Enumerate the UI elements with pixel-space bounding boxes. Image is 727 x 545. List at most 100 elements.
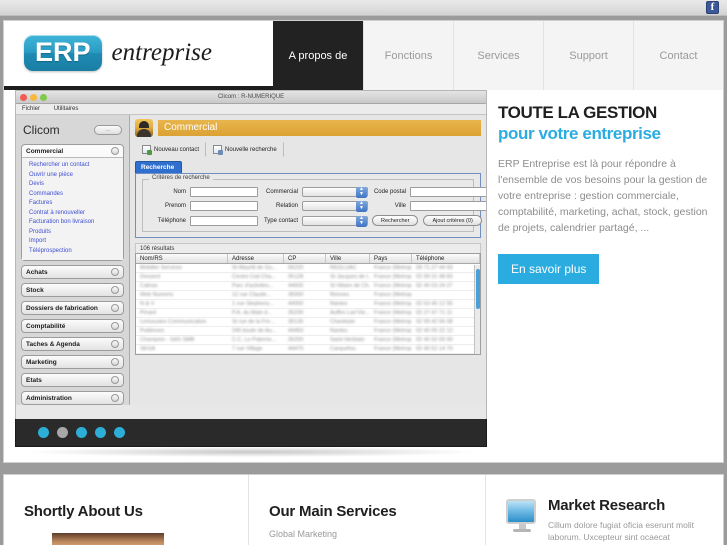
sidebar-link-devis[interactable]: Devis	[29, 180, 119, 190]
sidebar-link-ouvrir-une-piece[interactable]: Ouvrir une pièce	[29, 171, 119, 181]
menu-item-fichier[interactable]: Fichier	[22, 106, 40, 112]
tab-recherche[interactable]: Recherche	[135, 161, 183, 173]
about-us-image	[52, 533, 164, 545]
table-cell: 02 99 42 56 08	[416, 319, 453, 325]
sidebar-group-marketing[interactable]: Marketing	[21, 355, 124, 369]
market-research-title: Market Research	[548, 497, 666, 514]
list-item[interactable]: Global Marketing	[269, 528, 469, 541]
screenshot-shadow	[28, 447, 474, 457]
table-row[interactable]: N & V 1 rue Stephens... 44000 Nantes France …	[136, 300, 480, 309]
sidebar-group-taches-agenda[interactable]: Taches & Agenda	[21, 337, 124, 351]
window-controls[interactable]	[20, 93, 47, 101]
sidebar-group-commercial[interactable]: Commercial Rechercher un contact Ouvrir …	[21, 144, 124, 261]
nav-item-support[interactable]: Support	[543, 21, 633, 90]
sidebar-toggle-pill[interactable]: ...	[94, 125, 122, 135]
sidebar-link-produits[interactable]: Produits	[29, 228, 119, 238]
code-postal-input[interactable]	[410, 187, 486, 197]
new-search-button[interactable]: Nouvelle recherche	[206, 142, 284, 157]
table-scrollbar[interactable]	[474, 265, 480, 354]
chevron-right-icon[interactable]	[111, 358, 119, 366]
site-logo[interactable]: ERP entreprise	[24, 35, 212, 71]
chevron-right-icon[interactable]	[111, 376, 119, 384]
table-cell: 02 27 47 71 11	[416, 310, 453, 316]
sidebar-group-stock[interactable]: Stock	[21, 283, 124, 297]
prenom-input[interactable]	[190, 201, 258, 211]
chevron-down-icon[interactable]	[111, 147, 119, 155]
table-row[interactable]: Dessent Centre Cial Cha... 05128 St Jacques…	[136, 273, 480, 282]
pane-title-row: Commercial	[135, 119, 481, 137]
type-contact-select[interactable]: ▲ ▼	[302, 215, 368, 227]
table-cell: St Jacques de l...	[330, 274, 370, 280]
app-content-pane: Commercial Nouveau contact Nouvelle rech…	[130, 115, 486, 405]
carousel-dot[interactable]	[38, 427, 49, 438]
telephone-input[interactable]	[190, 215, 258, 226]
table-cell: Parc d'activites...	[232, 283, 274, 289]
nav-item-a-propos-de[interactable]: A propos de	[273, 21, 363, 90]
chevron-right-icon[interactable]	[111, 286, 119, 294]
ajout-criteres-button[interactable]: Ajout critères (0)	[423, 215, 482, 226]
sidebar-group-achats[interactable]: Achats	[21, 265, 124, 279]
zoom-icon[interactable]	[40, 93, 47, 101]
table-row[interactable]: Mobilier Services St Mauritt de Gu... 5622…	[136, 264, 480, 273]
table-cell: 35000	[288, 292, 304, 298]
sidebar-link-contrat-a-renouveller[interactable]: Contrat à renouveller	[29, 209, 119, 219]
minimize-icon[interactable]	[30, 93, 37, 101]
telephone-label: Téléphone	[157, 217, 186, 224]
sidebar-link-commandes[interactable]: Commandes	[29, 190, 119, 200]
table-row[interactable]: Web Numeris 12 rue Claude... 35000 Rennes Fr…	[136, 291, 480, 300]
sidebar-group-comptabilite[interactable]: Comptabilité	[21, 319, 124, 333]
chevron-right-icon[interactable]	[111, 340, 119, 348]
ville-input[interactable]	[410, 201, 486, 211]
nav-item-fonctions[interactable]: Fonctions	[363, 21, 453, 90]
table-cell: Rennes	[330, 292, 349, 298]
table-row[interactable]: Publinoes 245 boule de Au... 44450 Nantes Fr…	[136, 327, 480, 336]
column-header-ville[interactable]: Ville	[326, 254, 370, 263]
menu-item-utilitaires[interactable]: Utilitaires	[54, 106, 79, 112]
table-row[interactable]: Cabrax Parc d'activites... 44600 St Hilaire…	[136, 282, 480, 291]
chevron-right-icon[interactable]	[111, 268, 119, 276]
sidebar-group-header[interactable]: Commercial	[22, 145, 123, 158]
column-header-nom-rs[interactable]: Nom/RS	[136, 254, 228, 263]
rechercher-button[interactable]: Rechercher	[372, 215, 419, 226]
chevron-right-icon[interactable]	[111, 322, 119, 330]
main-services-list: Global Marketing	[269, 528, 469, 541]
commercial-select[interactable]: ▲ ▼	[302, 187, 368, 198]
nav-item-contact[interactable]: Contact	[633, 21, 723, 90]
column-header-cp[interactable]: CP	[284, 254, 326, 263]
chevron-right-icon[interactable]	[111, 304, 119, 312]
carousel-dot[interactable]	[95, 427, 106, 438]
sidebar-link-import[interactable]: Import	[29, 237, 119, 247]
nom-input[interactable]	[190, 187, 258, 197]
table-row[interactable]: Champion - SAS SMB C.C. Le Paterne... 3520…	[136, 336, 480, 345]
relation-select[interactable]: ▲ ▼	[302, 201, 368, 212]
column-header-pays[interactable]: Pays	[370, 254, 412, 263]
type-contact-label: Type contact	[263, 217, 298, 224]
table-cell: France (Metrop...	[374, 274, 412, 280]
table-row[interactable]: Lemousies Communication St rue de la Fre.…	[136, 318, 480, 327]
scrollbar-thumb[interactable]	[476, 269, 480, 309]
carousel-dot[interactable]	[57, 427, 68, 438]
en-savoir-plus-button[interactable]: En savoir plus	[498, 254, 600, 284]
sidebar-group-dossiers-de-fabrication[interactable]: Dossiers de fabrication	[21, 301, 124, 315]
sidebar-link-teleprospection[interactable]: Téléprospection	[29, 247, 119, 257]
sidebar-group-etats[interactable]: Etats	[21, 373, 124, 387]
column-header-adresse[interactable]: Adresse	[228, 254, 284, 263]
facebook-icon[interactable]: f	[706, 1, 719, 14]
sidebar-link-rechercher-un-contact[interactable]: Rechercher un contact	[29, 161, 119, 171]
table-row[interactable]: SEGA 7 rue Village 44470 Carquefou France (M…	[136, 345, 480, 354]
new-contact-button[interactable]: Nouveau contact	[135, 142, 207, 157]
sidebar-link-factures[interactable]: Factures	[29, 199, 119, 209]
column-header-telephone[interactable]: Téléphone	[412, 254, 480, 263]
sidebar-group-administration[interactable]: Administration	[21, 391, 124, 405]
table-cell: 35135	[288, 319, 304, 325]
carousel-dot[interactable]	[114, 427, 125, 438]
table-cell: 44450	[288, 328, 304, 334]
nav-item-services[interactable]: Services	[453, 21, 543, 90]
sidebar-link-facturation-bon-livraison[interactable]: Facturation bon livraison	[29, 218, 119, 228]
close-icon[interactable]	[20, 93, 27, 101]
carousel-dot[interactable]	[76, 427, 87, 438]
chevron-right-icon[interactable]	[111, 394, 119, 402]
table-cell: France (Metrop...	[374, 319, 412, 325]
table-cell: Lemousies Communication	[140, 319, 207, 325]
table-row[interactable]: Pinard P.A. du Main d... 35230 Auffes Lan'V…	[136, 309, 480, 318]
